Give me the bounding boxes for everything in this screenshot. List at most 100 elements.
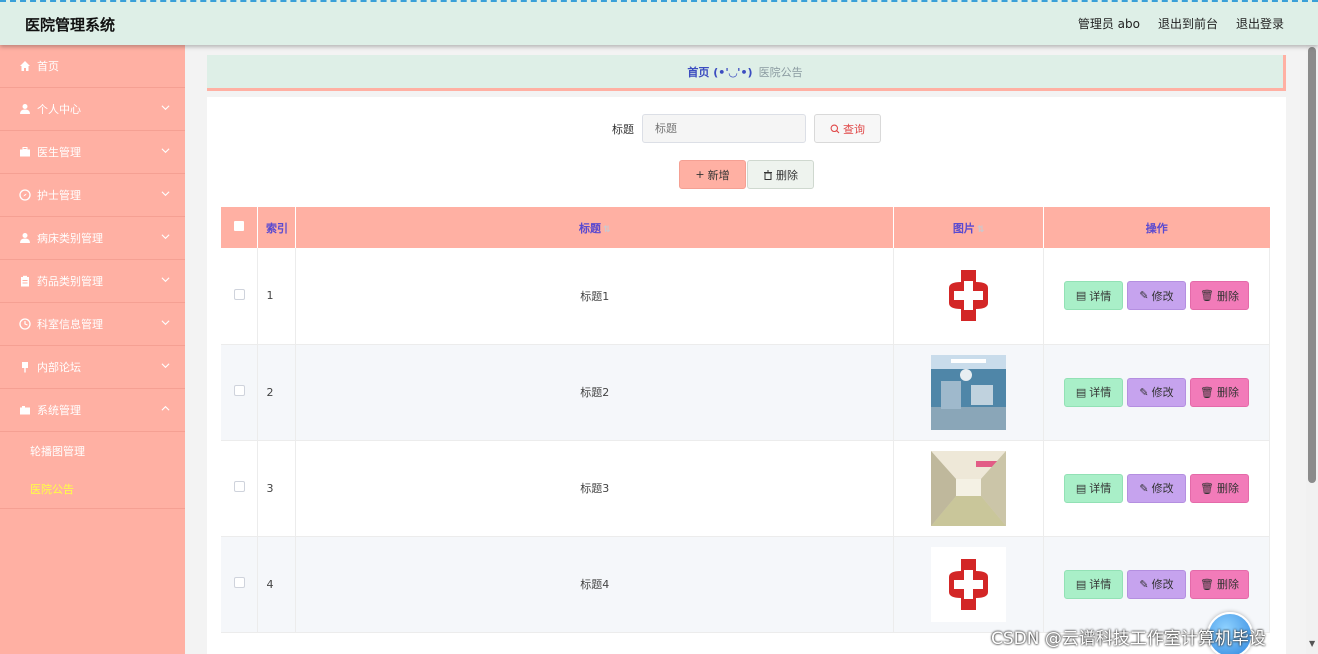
user-icon	[18, 231, 32, 245]
detail-button[interactable]: ▤ 详情	[1064, 377, 1124, 407]
edit-button[interactable]: ✎ 修改	[1127, 473, 1187, 503]
row-checkbox[interactable]	[233, 385, 245, 396]
table-row: 3 标题3 ▤ 详情 ✎ 修改 🗑 删除	[221, 440, 1270, 537]
detail-button[interactable]: ▤ 详情	[1064, 281, 1124, 311]
row-actions: ▤ 详情 ✎ 修改 🗑 删除	[1043, 344, 1270, 441]
current-user: 管理员 abo	[1077, 17, 1140, 31]
document-icon: ▤	[1075, 289, 1087, 303]
sidebar-item-doctors[interactable]: 医生管理	[0, 131, 185, 174]
sidebar-divider	[0, 508, 185, 509]
batch-delete-button[interactable]: 删除	[747, 160, 814, 189]
home-icon	[18, 59, 32, 73]
scrollbar-thumb[interactable]	[1308, 47, 1316, 483]
row-index: 1	[257, 248, 297, 345]
logout-link[interactable]: 退出登录	[1236, 15, 1284, 32]
header-image[interactable]: 图片 ⇅	[893, 207, 1045, 248]
clock-icon	[18, 317, 32, 331]
delete-button[interactable]: 🗑 删除	[1190, 473, 1250, 503]
page-scrollbar[interactable]: ▼	[1306, 45, 1318, 654]
sidebar-item-label: 系统管理	[37, 404, 81, 417]
sidebar-item-label: 病床类别管理	[37, 232, 103, 245]
row-index: 2	[257, 344, 297, 441]
pin-icon	[18, 360, 32, 374]
breadcrumb-home[interactable]: 首页 (•'◡'•)	[687, 64, 752, 80]
edit-button[interactable]: ✎ 修改	[1127, 569, 1187, 599]
compass-icon	[18, 188, 32, 202]
select-all-header[interactable]	[221, 207, 259, 248]
red-cross-image	[931, 258, 1007, 334]
table-row: 2 标题2 ▤ 详情 ✎ 修改 🗑 删除	[221, 344, 1270, 441]
add-button-label: 新增	[707, 168, 730, 182]
row-checkbox-cell[interactable]	[221, 248, 259, 345]
watermark-text: CSDN @云谱科技工作室计算机毕设	[991, 629, 1266, 649]
add-button[interactable]: + 新增	[679, 160, 746, 189]
title-search-input[interactable]	[642, 114, 806, 143]
chevron-up-icon	[161, 403, 170, 416]
row-checkbox[interactable]	[233, 288, 245, 300]
query-button-label: 查询	[843, 122, 865, 136]
sidebar-item-label: 护士管理	[37, 189, 81, 202]
row-checkbox[interactable]	[233, 481, 245, 492]
header-title[interactable]: 标题 ⇅	[295, 207, 895, 248]
sort-icon[interactable]: ⇅	[603, 225, 611, 235]
delete-button[interactable]: 🗑 删除	[1190, 569, 1250, 599]
delete-button[interactable]: 🗑 删除	[1190, 281, 1250, 311]
sidebar-subitem-announcement[interactable]: 医院公告	[0, 470, 185, 508]
trash-icon: 🗑	[1200, 289, 1215, 303]
search-label: 标题	[612, 122, 634, 136]
row-title: 标题4	[295, 536, 895, 633]
sidebar-item-label: 首页	[37, 60, 59, 73]
edit-button[interactable]: ✎ 修改	[1127, 377, 1187, 407]
table-header-row: 索引 标题 ⇅ 图片 ⇅ 操作	[221, 207, 1270, 248]
row-checkbox-cell[interactable]	[221, 344, 259, 441]
sidebar-item-bed-category[interactable]: 病床类别管理	[0, 217, 185, 260]
document-icon: ▤	[1075, 577, 1087, 591]
row-title: 标题2	[295, 344, 895, 441]
sidebar-item-personal-center[interactable]: 个人中心	[0, 88, 185, 131]
chevron-down-icon	[161, 274, 170, 287]
app-title: 医院管理系统	[25, 16, 116, 34]
row-checkbox-cell[interactable]	[221, 440, 259, 537]
sidebar-item-label: 医生管理	[37, 146, 81, 159]
sidebar-item-nurses[interactable]: 护士管理	[0, 174, 185, 217]
row-checkbox-cell[interactable]	[221, 536, 259, 633]
sidebar-item-system[interactable]: 系统管理	[0, 389, 185, 432]
row-image-cell	[893, 248, 1045, 345]
sidebar-item-department-info[interactable]: 科室信息管理	[0, 303, 185, 346]
briefcase-icon	[18, 145, 32, 159]
sort-icon[interactable]: ⇅	[977, 225, 985, 235]
row-index: 3	[257, 440, 297, 537]
edit-button[interactable]: ✎ 修改	[1127, 281, 1187, 311]
breadcrumb: 首页 (•'◡'•) 医院公告	[207, 55, 1286, 91]
plus-icon: +	[695, 168, 705, 181]
sidebar-item-drug-category[interactable]: 药品类别管理	[0, 260, 185, 303]
scroll-down-icon[interactable]: ▼	[1309, 639, 1315, 648]
row-actions: ▤ 详情 ✎ 修改 🗑 删除	[1043, 440, 1270, 537]
header-actions: 管理员 abo 退出到前台 退出登录	[1078, 15, 1284, 32]
sidebar-subitem-carousel[interactable]: 轮播图管理	[0, 432, 185, 470]
row-image-cell	[893, 440, 1045, 537]
delete-button[interactable]: 🗑 删除	[1190, 377, 1250, 407]
front-page-link[interactable]: 退出到前台	[1158, 15, 1218, 32]
detail-button[interactable]: ▤ 详情	[1064, 569, 1124, 599]
user-icon	[18, 102, 32, 116]
operating-room-image	[931, 354, 1007, 430]
trash-icon	[763, 170, 773, 180]
sidebar-item-home[interactable]: 首页	[0, 45, 185, 88]
chevron-down-icon	[161, 317, 170, 330]
select-all-checkbox[interactable]	[234, 221, 245, 231]
content-panel: 标题 查询 + 新增 删除 索引 标题⇅ 图	[207, 97, 1286, 654]
table-row: 1 标题1 ▤ 详情 ✎ 修改 🗑 删除	[221, 248, 1270, 345]
query-button[interactable]: 查询	[814, 114, 881, 143]
chevron-down-icon	[161, 231, 170, 244]
row-actions: ▤ 详情 ✎ 修改 🗑 删除	[1043, 248, 1270, 345]
row-index: 4	[257, 536, 297, 633]
row-checkbox[interactable]	[233, 577, 245, 588]
document-icon: ▤	[1075, 481, 1087, 495]
row-title: 标题1	[295, 248, 895, 345]
header-index: 索引	[257, 207, 297, 248]
row-title: 标题3	[295, 440, 895, 537]
detail-button[interactable]: ▤ 详情	[1064, 473, 1124, 503]
sidebar-item-forum[interactable]: 内部论坛	[0, 346, 185, 389]
pencil-icon: ✎	[1139, 481, 1149, 495]
